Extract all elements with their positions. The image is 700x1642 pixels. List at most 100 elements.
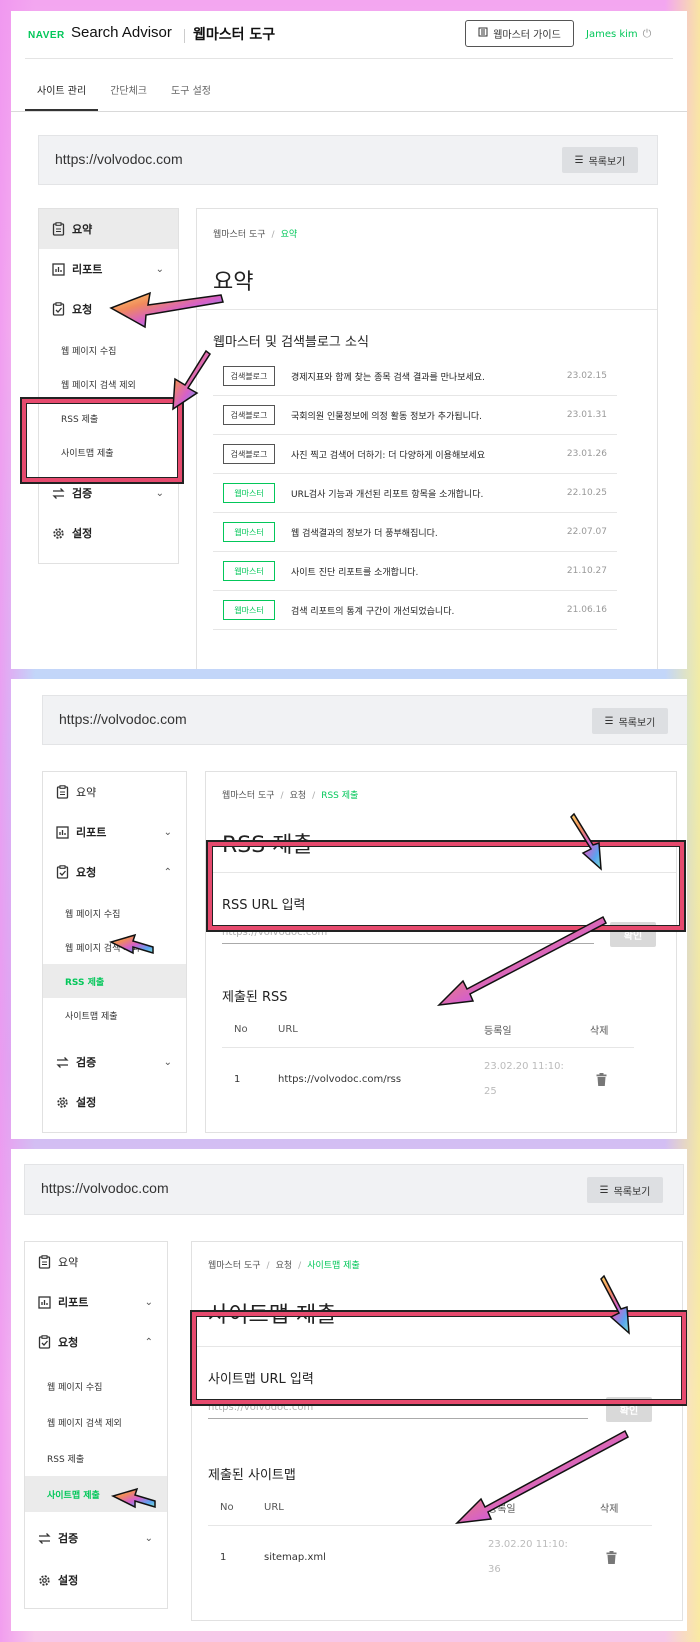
- nav-sub-page-collect[interactable]: 웹 페이지 수집: [43, 896, 186, 930]
- col-url: URL: [278, 1024, 298, 1035]
- chevron-down-icon: ⌄: [155, 263, 164, 275]
- submitted-rss-title: 제출된 RSS: [222, 990, 288, 1005]
- webmaster-guide-button[interactable]: 웹마스터 가이드: [465, 20, 574, 47]
- nav-sub-page-exclude[interactable]: 웹 페이지 검색 제외: [39, 367, 178, 401]
- swap-icon: [37, 1531, 52, 1546]
- tab-tool-settings[interactable]: 도구 설정: [159, 70, 223, 111]
- row-no: 1: [220, 1551, 227, 1563]
- tab-simple-check[interactable]: 간단체크: [98, 70, 159, 111]
- news-date: 22.10.25: [566, 488, 607, 498]
- submitted-sitemap-title: 제출된 사이트맵: [208, 1468, 296, 1483]
- row-date-line1: 23.02.20 11:10:: [484, 1061, 564, 1072]
- news-item[interactable]: 검색블로그 경제지표와 함께 찾는 종목 검색 결과를 만나보세요. 23.02.1…: [213, 357, 617, 396]
- nav-summary[interactable]: 요약: [25, 1242, 167, 1282]
- news-badge: 웹마스터: [223, 483, 275, 503]
- nav-sub-sitemap[interactable]: 사이트맵 제출: [39, 435, 178, 469]
- nav-verify[interactable]: 검증 ⌄: [25, 1518, 167, 1558]
- nav-sub-sitemap[interactable]: 사이트맵 제출: [25, 1476, 167, 1512]
- header-separator: [184, 29, 185, 43]
- nav-settings[interactable]: 설정: [43, 1082, 186, 1122]
- table-row: 1 https://volvodoc.com/rss 23.02.20 11:1…: [222, 1054, 634, 1104]
- nav-summary[interactable]: 요약: [39, 209, 178, 249]
- page-title: 요약: [213, 270, 254, 295]
- gear-icon: [51, 526, 66, 541]
- nav-sub-page-exclude[interactable]: 웹 페이지 검색 제외: [43, 930, 186, 964]
- crumb-request[interactable]: 요청: [276, 1261, 293, 1271]
- crumb-root[interactable]: 웹마스터 도구: [208, 1261, 261, 1271]
- nav-report-label: 리포트: [72, 263, 103, 276]
- trash-icon[interactable]: [596, 1054, 607, 1104]
- nav-sub-rss[interactable]: RSS 제출: [25, 1440, 167, 1476]
- nav-settings[interactable]: 설정: [25, 1560, 167, 1600]
- news-badge: 검색블로그: [223, 405, 275, 425]
- crumb-request[interactable]: 요청: [290, 791, 307, 801]
- power-icon[interactable]: ⏻: [643, 27, 652, 41]
- site-url: https://volvodoc.com: [59, 711, 187, 727]
- crumb-root[interactable]: 웹마스터 도구: [213, 230, 266, 240]
- nav-sub-page-collect[interactable]: 웹 페이지 수집: [39, 333, 178, 367]
- side-nav: 요약 리포트 ⌄ 요청 웹 페이지 수집 웹 페이지 검색 제외 RSS 제출 …: [38, 208, 179, 564]
- list-view-button[interactable]: ☰ 목록보기: [592, 708, 668, 734]
- news-item[interactable]: 웹마스터 URL검사 기능과 개선된 리포트 항목을 소개합니다. 22.10.25: [213, 474, 617, 513]
- chevron-down-icon: ⌄: [144, 1532, 153, 1544]
- col-url: URL: [264, 1502, 284, 1513]
- news-item[interactable]: 웹마스터 검색 리포트의 통계 구간이 개선되었습니다. 21.06.16: [213, 591, 617, 630]
- user-menu[interactable]: James kim ⏻: [586, 27, 651, 41]
- list-view-button[interactable]: ☰ 목록보기: [587, 1177, 663, 1203]
- nav-sub-sitemap[interactable]: 사이트맵 제출: [43, 998, 186, 1032]
- title-divider: [206, 872, 676, 873]
- page-title: RSS 제출: [222, 833, 313, 858]
- tab-site-management[interactable]: 사이트 관리: [25, 70, 99, 111]
- news-date: 23.01.26: [566, 449, 607, 459]
- nav-request[interactable]: 요청: [39, 289, 178, 329]
- checklist-icon: [51, 302, 66, 317]
- news-title: 웹 검색결과의 정보가 더 풍부해집니다.: [291, 528, 438, 539]
- clipboard-icon: [55, 785, 70, 800]
- news-item[interactable]: 검색블로그 국회의원 인물정보에 의정 활동 정보가 추가됩니다. 23.01.31: [213, 396, 617, 435]
- row-date: 23.02.20 11:10: 36: [488, 1532, 570, 1582]
- nav-sub-rss[interactable]: RSS 제출: [43, 964, 186, 998]
- nav-request[interactable]: 요청 ⌃: [43, 852, 186, 892]
- nav-report-label: 리포트: [76, 826, 107, 839]
- header: NAVER Search Advisor 웹마스터 도구 웹마스터 가이드 Ja…: [11, 11, 687, 112]
- product-name[interactable]: Search Advisor: [71, 24, 172, 41]
- chevron-down-icon: ⌄: [163, 826, 172, 838]
- rss-panel: https://volvodoc.com ☰ 목록보기 요약 리포트 ⌄ 요청 ⌃…: [11, 679, 687, 1139]
- tool-name[interactable]: 웹마스터 도구: [193, 24, 275, 44]
- list-icon: ☰: [599, 1184, 609, 1196]
- news-item[interactable]: 웹마스터 사이트 진단 리포트를 소개합니다. 21.10.27: [213, 552, 617, 591]
- news-item[interactable]: 웹마스터 웹 검색결과의 정보가 더 풍부해집니다. 22.07.07: [213, 513, 617, 552]
- row-date: 23.02.20 11:10: 25: [484, 1054, 566, 1104]
- chevron-up-icon: ⌃: [163, 866, 172, 878]
- sitemap-url-input[interactable]: https://volvodoc.com: [208, 1397, 588, 1419]
- nav-sub-page-collect[interactable]: 웹 페이지 수집: [25, 1368, 167, 1404]
- confirm-button[interactable]: 확인: [610, 922, 656, 947]
- nav-verify[interactable]: 검증 ⌄: [43, 1042, 186, 1082]
- list-view-button[interactable]: ☰ 목록보기: [562, 147, 638, 173]
- side-nav: 요약 리포트 ⌄ 요청 ⌃ 웹 페이지 수집 웹 페이지 검색 제외 RSS 제…: [42, 771, 187, 1133]
- side-nav: 요약 리포트 ⌄ 요청 ⌃ 웹 페이지 수집 웹 페이지 검색 제외 RSS 제…: [24, 1241, 168, 1609]
- nav-verify-label: 검증: [76, 1056, 97, 1069]
- checklist-icon: [55, 865, 70, 880]
- nav-report[interactable]: 리포트 ⌄: [39, 249, 178, 289]
- nav-settings[interactable]: 설정: [39, 513, 178, 553]
- gear-icon: [55, 1095, 70, 1110]
- nav-summary[interactable]: 요약: [43, 772, 186, 812]
- rss-url-input[interactable]: https://volvodoc.com: [222, 922, 594, 944]
- site-url-bar: https://volvodoc.com ☰ 목록보기: [42, 695, 687, 745]
- news-item[interactable]: 검색블로그 사진 찍고 검색어 더하기: 더 다양하게 이용해보세요 23.01.2…: [213, 435, 617, 474]
- naver-logo[interactable]: NAVER: [28, 30, 65, 41]
- crumb-root[interactable]: 웹마스터 도구: [222, 791, 275, 801]
- news-list: 검색블로그 경제지표와 함께 찾는 종목 검색 결과를 만나보세요. 23.02.1…: [213, 357, 617, 630]
- page-title: 사이트맵 제출: [208, 1303, 337, 1328]
- breadcrumb: 웹마스터 도구 / 요청 / 사이트맵 제출: [208, 1261, 360, 1271]
- nav-sub-page-exclude[interactable]: 웹 페이지 검색 제외: [25, 1404, 167, 1440]
- nav-report[interactable]: 리포트 ⌄: [25, 1282, 167, 1322]
- nav-request[interactable]: 요청 ⌃: [25, 1322, 167, 1362]
- nav-request-label: 요청: [72, 303, 93, 316]
- nav-report[interactable]: 리포트 ⌄: [43, 812, 186, 852]
- confirm-button[interactable]: 확인: [606, 1397, 652, 1422]
- nav-verify[interactable]: 검증 ⌄: [39, 473, 178, 513]
- nav-sub-rss[interactable]: RSS 제출: [39, 401, 178, 435]
- trash-icon[interactable]: [606, 1532, 617, 1582]
